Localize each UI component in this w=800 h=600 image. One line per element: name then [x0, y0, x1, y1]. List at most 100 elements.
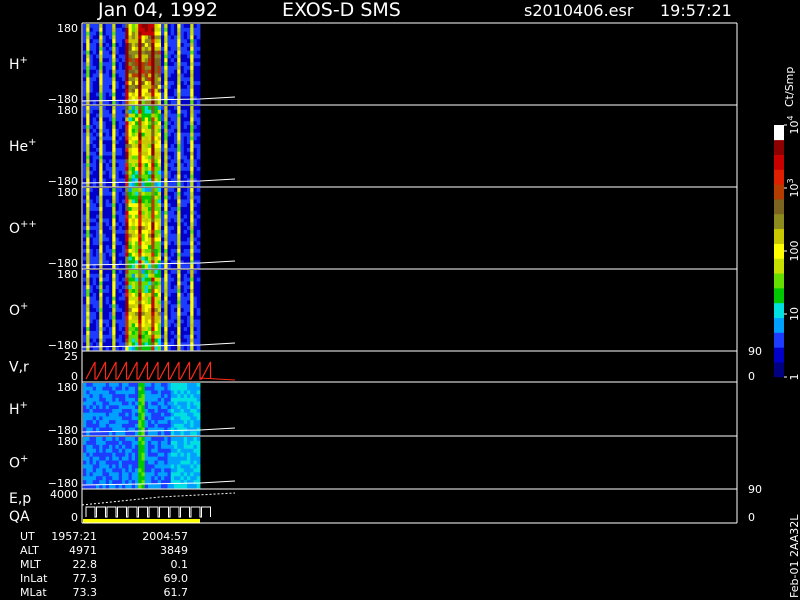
spectrogram-cell — [180, 281, 185, 286]
footer-row-value-1: 1957:21 — [51, 530, 97, 543]
spectrogram-cell — [112, 188, 116, 193]
spectrogram-cell — [164, 476, 168, 481]
spectrogram-cell — [167, 182, 172, 187]
spectrogram-cell — [86, 27, 90, 33]
spectrogram-cell — [170, 166, 175, 172]
spectrogram-cell — [96, 245, 100, 250]
spectrogram-cell — [115, 311, 120, 317]
spectrogram-cell — [109, 296, 113, 301]
spectrogram-cell — [193, 39, 198, 44]
spectrogram-cell — [109, 109, 113, 115]
spectrogram-cell — [190, 416, 194, 421]
spectrogram-cell — [112, 117, 116, 122]
spectrogram-cell — [164, 264, 168, 269]
spectrogram-cell — [174, 218, 178, 223]
spectrogram-cell — [105, 281, 110, 286]
spectrogram-cell — [154, 73, 159, 78]
spectrogram-cell — [170, 195, 175, 200]
spectrogram-cell — [151, 27, 155, 33]
spectrogram-cell — [141, 327, 146, 332]
spectrogram-cell — [164, 50, 168, 55]
spectrogram-cell — [167, 315, 172, 320]
spectrogram-cell — [115, 113, 120, 118]
spectrogram-cell — [112, 58, 116, 63]
spectrogram-cell — [183, 300, 188, 305]
spectrogram-cell — [86, 386, 90, 391]
spectrogram-cell — [157, 383, 162, 388]
spectrogram-cell — [183, 65, 188, 71]
spectrogram-cell — [109, 241, 113, 246]
spectrogram-cell — [170, 84, 175, 90]
spectrogram-cell — [161, 100, 165, 105]
spectrogram-cell — [161, 390, 165, 395]
spectrogram-cell — [131, 27, 136, 33]
spectrogram-cell — [118, 109, 123, 115]
spectrogram-cell — [167, 319, 172, 324]
spectrogram-cell — [164, 27, 168, 33]
spectrogram-cell — [118, 121, 123, 126]
spectrogram-cell — [105, 319, 110, 324]
spectrogram-cell — [183, 113, 188, 118]
spectrogram-cell — [180, 460, 185, 465]
spectrogram-cell — [138, 39, 142, 44]
spectrogram-cell — [92, 39, 97, 44]
spectrogram-cell — [86, 81, 90, 86]
spectrogram-cell — [96, 338, 100, 343]
spectrogram-cell — [170, 452, 175, 458]
spectrogram-cell — [86, 199, 90, 204]
spectrogram-cell — [151, 289, 155, 294]
y-tick-max: 180 — [57, 435, 78, 448]
spectrogram-cell — [167, 210, 172, 216]
spectrogram-cell — [102, 113, 107, 118]
spectrogram-cell — [109, 35, 113, 40]
spectrogram-cell — [196, 281, 201, 286]
spectrogram-cell — [102, 330, 107, 336]
spectrogram-cell — [109, 88, 113, 93]
spectrogram-cell — [86, 203, 90, 208]
spectrogram-cell — [157, 62, 162, 67]
spectrogram-cell — [83, 170, 87, 175]
spectrogram-cell — [157, 346, 162, 351]
spectrogram-cell — [157, 199, 162, 204]
spectrogram-cell — [170, 390, 175, 395]
spectrogram-cell — [187, 315, 191, 320]
spectrogram-cell — [148, 166, 152, 172]
spectrogram-cell — [102, 308, 107, 313]
spectrogram-cell — [96, 323, 100, 328]
spectrogram-cell — [135, 237, 139, 242]
spectrogram-cell — [96, 229, 100, 235]
spectrogram-cell — [115, 69, 120, 74]
spectrogram-cell — [187, 237, 191, 242]
spectrogram-cell — [180, 151, 185, 156]
colorbar-tick-label: 103 — [786, 178, 800, 197]
spectrogram-cell — [135, 229, 139, 235]
spectrogram-cell — [141, 412, 146, 417]
spectrogram-cell — [105, 81, 110, 86]
spectrogram-cell — [102, 412, 107, 417]
spectrogram-cell — [157, 207, 162, 212]
spectrogram-cell — [115, 191, 120, 197]
spectrogram-cell — [187, 96, 191, 101]
spectrogram-cell — [177, 452, 181, 458]
spectrogram-cell — [128, 289, 133, 294]
spectrogram-cell — [187, 199, 191, 204]
spectrogram-cell — [144, 121, 149, 126]
spectrogram-cell — [99, 448, 103, 454]
spectrogram-cell — [196, 342, 201, 347]
spectrogram-cell — [180, 452, 185, 458]
spectrogram-cell — [196, 452, 201, 458]
spectrogram-cell — [109, 273, 113, 279]
spectrogram-cell — [86, 159, 90, 164]
spectrogram-cell — [92, 163, 97, 168]
spectrogram-cell — [83, 178, 87, 183]
spectrogram-cell — [151, 248, 155, 254]
spectrogram-cell — [105, 277, 110, 282]
spectrogram-cell — [154, 106, 159, 111]
spectrogram-cell — [109, 460, 113, 465]
footer-row-value-1: 22.8 — [73, 558, 98, 571]
spectrogram-cell — [161, 315, 165, 320]
spectrogram-cell — [154, 109, 159, 115]
spectrogram-cell — [157, 203, 162, 208]
spectrogram-cell — [105, 423, 110, 428]
spectrogram-cell — [187, 178, 191, 183]
